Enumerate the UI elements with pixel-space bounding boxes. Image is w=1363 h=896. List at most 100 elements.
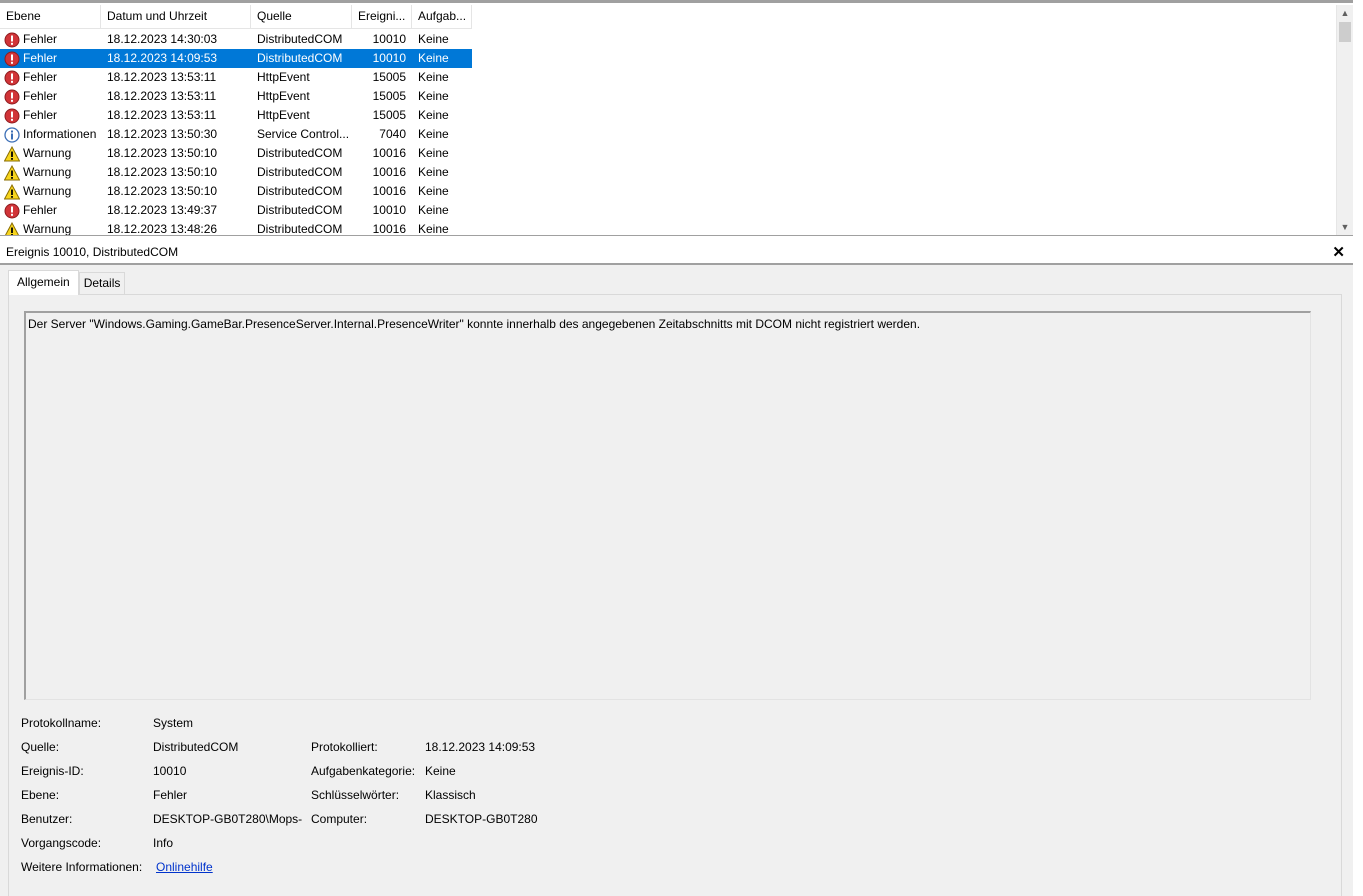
cell-date: 18.12.2023 13:53:11 [107, 89, 217, 103]
cell-date: 18.12.2023 13:50:10 [107, 165, 218, 179]
label-schluesselwoerter: Schlüsselwörter: [311, 788, 400, 802]
warning-icon [3, 145, 21, 162]
cell-date: 18.12.2023 13:48:26 [107, 222, 218, 236]
cell-source: DistributedCOM [257, 146, 343, 160]
cell-source: HttpEvent [257, 70, 310, 84]
cell-level: Fehler [0, 30, 101, 49]
scroll-up-icon[interactable]: ▲ [1337, 5, 1353, 22]
cell-level: Warnung [0, 220, 101, 236]
cell-date: 18.12.2023 13:53:11 [107, 70, 217, 84]
cell-level: Warnung [0, 144, 101, 163]
value-protokolliert: 18.12.2023 14:09:53 [425, 740, 536, 754]
detail-title-bar: Ereignis 10010, DistributedCOM ✕ [0, 240, 1353, 265]
cell-date: 18.12.2023 13:53:11 [107, 108, 217, 122]
value-vorgangscode: Info [153, 836, 174, 850]
tab-details[interactable]: Details [78, 272, 126, 294]
list-header: Ebene Datum und Uhrzeit Quelle Ereigni..… [0, 5, 472, 29]
cell-level: Fehler [0, 106, 101, 125]
value-aufgabenkategorie: Keine [425, 764, 456, 778]
cell-event-id: 7040 [379, 127, 406, 141]
cell-source: DistributedCOM [257, 32, 343, 46]
error-icon [4, 70, 20, 86]
cell-task: Keine [418, 222, 449, 236]
cell-date: 18.12.2023 13:50:10 [107, 146, 218, 160]
tab-page-allgemein: Der Server "Windows.Gaming.GameBar.Prese… [8, 294, 1342, 896]
cell-date: 18.12.2023 13:50:30 [107, 127, 218, 141]
label-ereignis-id: Ereignis-ID: [21, 764, 84, 778]
table-row[interactable]: Warnung 18.12.2023 13:50:10 DistributedCOM… [0, 182, 472, 201]
level-text: Fehler [23, 51, 58, 65]
value-protokollname: System [153, 716, 194, 730]
level-text: Warnung [23, 184, 72, 198]
table-row[interactable]: Warnung 18.12.2023 13:50:10 DistributedCOM… [0, 144, 472, 163]
cell-task: Keine [418, 51, 449, 65]
cell-event-id: 15005 [372, 70, 406, 84]
column-header-source[interactable]: Quelle [251, 5, 352, 29]
table-row[interactable]: Fehler 18.12.2023 13:53:11 HttpEvent 15005 K… [0, 87, 472, 106]
cell-source: DistributedCOM [257, 51, 343, 65]
cell-event-id: 10010 [372, 51, 406, 65]
level-text: Fehler [23, 108, 58, 122]
cell-event-id: 10010 [372, 203, 406, 217]
cell-task: Keine [418, 32, 449, 46]
cell-event-id: 15005 [372, 89, 406, 103]
level-text: Warnung [23, 165, 72, 179]
detail-title: Ereignis 10010, DistributedCOM [6, 245, 179, 259]
event-message[interactable]: Der Server "Windows.Gaming.GameBar.Prese… [24, 311, 1311, 700]
onlinehilfe-link[interactable]: Onlinehilfe [156, 859, 213, 875]
warning-icon [3, 183, 21, 200]
cell-source: DistributedCOM [257, 203, 343, 217]
cell-task: Keine [418, 70, 449, 84]
scroll-thumb[interactable] [1339, 22, 1351, 42]
cell-level: Informationen [0, 125, 101, 144]
cell-event-id: 10016 [372, 222, 406, 236]
list-scrollbar[interactable]: ▲ ▼ [1336, 5, 1353, 235]
cell-source: DistributedCOM [257, 165, 343, 179]
label-vorgangscode: Vorgangscode: [21, 836, 102, 850]
table-row[interactable]: Warnung 18.12.2023 13:48:26 DistributedCOM… [0, 220, 472, 236]
table-row[interactable]: Informationen 18.12.2023 13:50:30 Service … [0, 125, 472, 144]
cell-date: 18.12.2023 13:50:10 [107, 184, 218, 198]
event-detail-panel: Ereignis 10010, DistributedCOM ✕ Allgeme… [0, 240, 1353, 896]
cell-task: Keine [418, 108, 449, 122]
table-row[interactable]: Warnung 18.12.2023 13:50:10 DistributedCOM… [0, 163, 472, 182]
cell-level: Fehler [0, 201, 101, 220]
label-weitere-informationen: Weitere Informationen: [21, 860, 143, 874]
event-list-panel: Ebene Datum und Uhrzeit Quelle Ereigni..… [0, 0, 1353, 236]
table-row[interactable]: Fehler 18.12.2023 13:53:11 HttpEvent 15005 K… [0, 68, 472, 87]
error-icon [4, 203, 20, 219]
cell-task: Keine [418, 89, 449, 103]
tab-allgemein[interactable]: Allgemein [8, 270, 79, 295]
table-row[interactable]: Fehler 18.12.2023 13:49:37 DistributedCOM 1… [0, 201, 472, 220]
value-computer: DESKTOP-GB0T280 [425, 812, 538, 826]
cell-source: DistributedCOM [257, 222, 343, 236]
table-row[interactable]: Fehler 18.12.2023 13:53:11 HttpEvent 15005 K… [0, 106, 472, 125]
table-row[interactable]: Fehler 18.12.2023 14:30:03 DistributedCOM 1… [0, 30, 472, 49]
level-text: Warnung [23, 222, 72, 236]
column-header-level[interactable]: Ebene [0, 5, 101, 29]
value-benutzer: DESKTOP-GB0T280\Mops-Le [153, 812, 303, 826]
window-edge [1353, 0, 1363, 896]
cell-source: DistributedCOM [257, 184, 343, 198]
cell-date: 18.12.2023 14:30:03 [107, 32, 218, 46]
label-protokollname: Protokollname: [21, 716, 102, 730]
close-icon[interactable]: ✕ [1332, 240, 1345, 265]
scroll-down-icon[interactable]: ▼ [1337, 219, 1353, 235]
label-protokolliert: Protokolliert: [311, 740, 378, 754]
value-schluesselwoerter: Klassisch [425, 788, 476, 802]
column-header-task[interactable]: Aufgab... [412, 5, 472, 29]
event-rows: Fehler 18.12.2023 14:30:03 DistributedCOM 1… [0, 30, 472, 236]
column-header-date[interactable]: Datum und Uhrzeit [101, 5, 251, 29]
cell-source: Service Control... [257, 127, 350, 141]
table-row[interactable]: Fehler 18.12.2023 14:09:53 DistributedCOM 1… [0, 49, 472, 68]
cell-level: Warnung [0, 163, 101, 182]
value-ebene: Fehler [153, 788, 188, 802]
warning-icon [3, 164, 21, 181]
level-text: Informationen [23, 127, 97, 141]
cell-task: Keine [418, 146, 449, 160]
warning-icon [4, 221, 20, 235]
level-text: Fehler [23, 70, 58, 84]
error-icon [4, 51, 20, 67]
cell-level: Warnung [0, 182, 101, 201]
column-header-event-id[interactable]: Ereigni... [352, 5, 412, 29]
